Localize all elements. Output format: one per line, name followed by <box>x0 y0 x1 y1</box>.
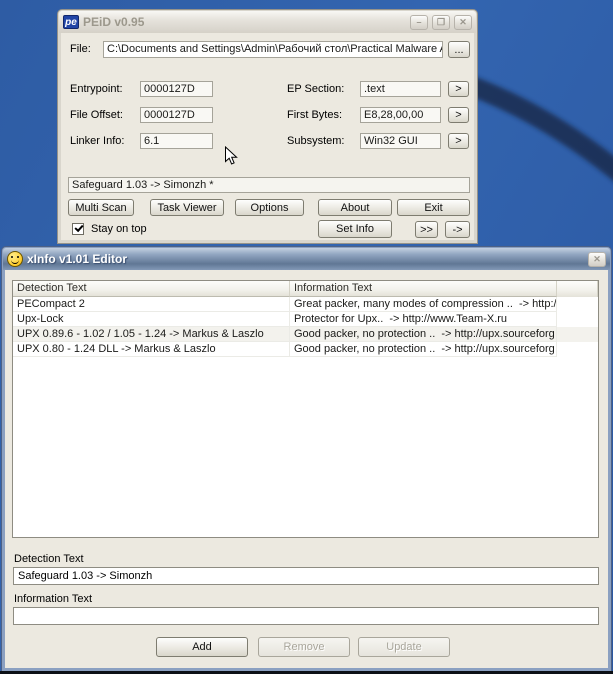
detection-cell[interactable]: UPX 0.89.6 - 1.02 / 1.05 - 1.24 -> Marku… <box>13 327 290 342</box>
subsystem-label: Subsystem: <box>287 135 344 147</box>
first-bytes-field[interactable]: E8,28,00,00 <box>360 107 441 123</box>
information-cell[interactable]: Protector for Upx.. -> http://www.Team-X… <box>290 312 557 327</box>
ep-section-detail-button[interactable]: > <box>448 81 469 97</box>
row-filler <box>557 327 598 342</box>
signatures-listview[interactable]: Detection Text Information Text PECompac… <box>12 280 599 538</box>
set-info-button[interactable]: Set Info <box>318 220 392 238</box>
stay-on-top-label: Stay on top <box>91 223 147 235</box>
file-offset-label: File Offset: <box>70 109 123 121</box>
peid-logo-icon: pe <box>63 15 79 29</box>
add-button[interactable]: Add <box>156 637 248 657</box>
file-offset-field[interactable]: 0000127D <box>140 107 213 123</box>
information-cell[interactable]: Good packer, no protection .. -> http://… <box>290 327 557 342</box>
first-bytes-detail-button[interactable]: > <box>448 107 469 123</box>
multi-scan-button[interactable]: Multi Scan <box>68 199 134 216</box>
information-cell[interactable]: Good packer, no protection .. -> http://… <box>290 342 557 357</box>
column-header-information[interactable]: Information Text <box>290 281 557 297</box>
update-button[interactable]: Update <box>358 637 450 657</box>
peid-window: pe PEiD v0.95 – ❐ ✕ File: C:\Documents a… <box>58 10 477 243</box>
scan-result-field[interactable]: Safeguard 1.03 -> Simonzh * <box>68 177 470 193</box>
xinfo-window: xInfo v1.01 Editor ✕ Detection Text Info… <box>2 247 611 671</box>
subsystem-field[interactable]: Win32 GUI <box>360 133 441 149</box>
table-row[interactable]: Upx-Lock Protector for Upx.. -> http://w… <box>13 312 598 327</box>
ep-section-label: EP Section: <box>287 83 344 95</box>
peid-client-area: File: C:\Documents and Settings\Admin\Ра… <box>61 33 474 240</box>
entrypoint-label: Entrypoint: <box>70 83 123 95</box>
column-header-filler <box>557 281 598 297</box>
remove-button[interactable]: Remove <box>258 637 350 657</box>
next-button[interactable]: -> <box>445 221 470 238</box>
exit-button[interactable]: Exit <box>397 199 470 216</box>
peid-titlebar[interactable]: pe PEiD v0.95 – ❐ ✕ <box>59 11 476 33</box>
detection-text-input[interactable] <box>13 567 599 585</box>
about-button[interactable]: About <box>318 199 392 216</box>
information-cell[interactable]: Great packer, many modes of compression … <box>290 297 557 312</box>
browse-button[interactable]: ... <box>448 41 470 58</box>
listview-header: Detection Text Information Text <box>13 281 598 297</box>
checkmark-icon <box>74 223 83 232</box>
more-options-button[interactable]: >> <box>415 221 438 238</box>
restore-icon[interactable]: ❐ <box>432 15 450 30</box>
xinfo-window-title: xInfo v1.01 Editor <box>27 252 584 266</box>
column-header-detection[interactable]: Detection Text <box>13 281 290 297</box>
table-row[interactable]: UPX 0.80 - 1.24 DLL -> Markus & Laszlo G… <box>13 342 598 357</box>
subsystem-detail-button[interactable]: > <box>448 133 469 149</box>
detection-cell[interactable]: PECompact 2 <box>13 297 290 312</box>
row-filler <box>557 342 598 357</box>
detection-cell[interactable]: Upx-Lock <box>13 312 290 327</box>
row-filler <box>557 312 598 327</box>
entrypoint-field[interactable]: 0000127D <box>140 81 213 97</box>
linker-info-field[interactable]: 6.1 <box>140 133 213 149</box>
file-path-field[interactable]: C:\Documents and Settings\Admin\Рабочий … <box>103 41 443 58</box>
table-row[interactable]: UPX 0.89.6 - 1.02 / 1.05 - 1.24 -> Marku… <box>13 327 598 342</box>
detection-text-label: Detection Text <box>14 553 84 565</box>
file-label: File: <box>70 43 91 55</box>
xinfo-client-area: Detection Text Information Text PECompac… <box>5 270 608 668</box>
information-text-input[interactable] <box>13 607 599 625</box>
peid-window-title: PEiD v0.95 <box>83 15 406 29</box>
task-viewer-button[interactable]: Task Viewer <box>150 199 224 216</box>
options-button[interactable]: Options <box>235 199 304 216</box>
ep-section-field[interactable]: .text <box>360 81 441 97</box>
smiley-icon <box>7 251 23 267</box>
minimize-icon[interactable]: – <box>410 15 428 30</box>
linker-info-label: Linker Info: <box>70 135 124 147</box>
first-bytes-label: First Bytes: <box>287 109 342 121</box>
xinfo-titlebar[interactable]: xInfo v1.01 Editor ✕ <box>3 248 610 270</box>
detection-cell[interactable]: UPX 0.80 - 1.24 DLL -> Markus & Laszlo <box>13 342 290 357</box>
table-row[interactable]: PECompact 2 Great packer, many modes of … <box>13 297 598 312</box>
close-icon[interactable]: ✕ <box>454 15 472 30</box>
stay-on-top-checkbox[interactable] <box>72 223 84 235</box>
information-text-label: Information Text <box>14 593 92 605</box>
row-filler <box>557 297 598 312</box>
close-icon[interactable]: ✕ <box>588 252 606 267</box>
